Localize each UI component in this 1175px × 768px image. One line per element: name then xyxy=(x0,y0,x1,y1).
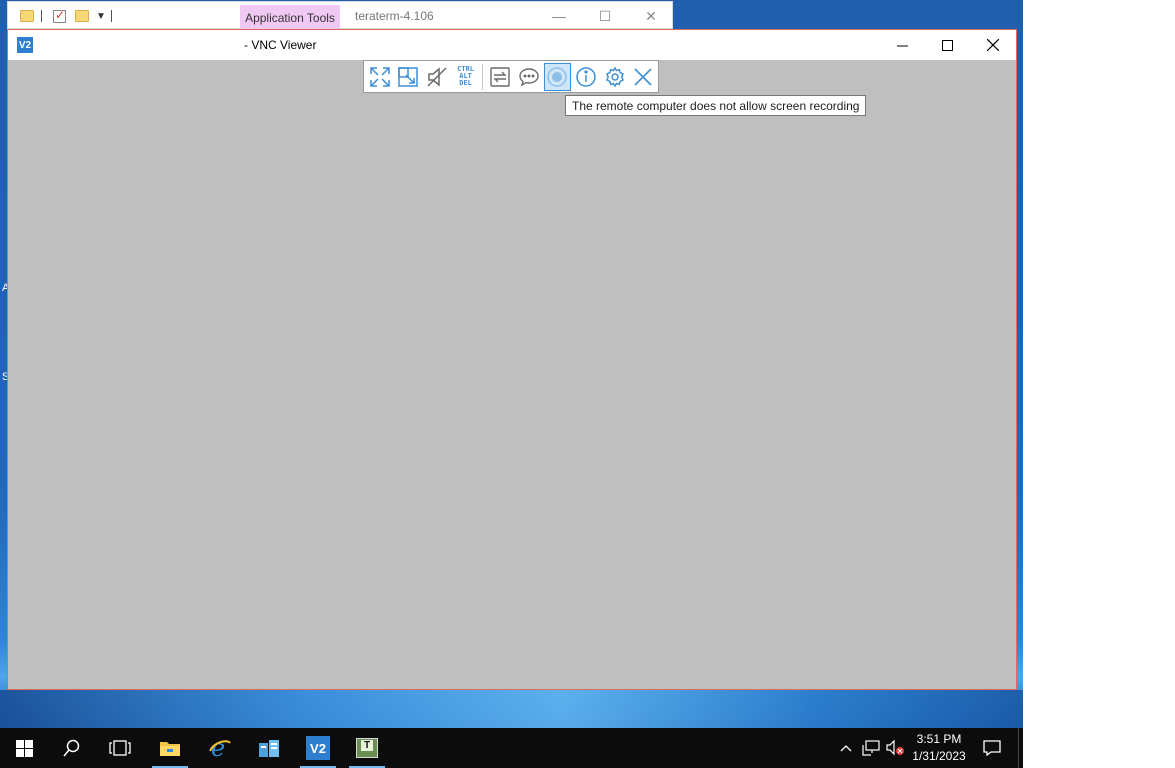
vnc-toolbar: CTRL ALT DEL xyxy=(363,60,659,93)
chat-button[interactable] xyxy=(515,63,543,91)
minimize-icon[interactable]: — xyxy=(536,2,582,30)
fullscreen-button[interactable] xyxy=(366,63,394,91)
close-icon xyxy=(987,39,999,51)
settings-button[interactable] xyxy=(601,63,629,91)
info-button[interactable] xyxy=(572,63,600,91)
taskbar: e V2 T 3:51 PM 1/31/2023 xyxy=(0,728,1023,768)
taskbar-vnc-viewer[interactable]: V2 xyxy=(298,728,338,768)
del-label: DEL xyxy=(459,79,472,87)
maximize-button[interactable] xyxy=(924,30,970,60)
internet-explorer-icon: e xyxy=(209,737,231,759)
explorer-title-bar: ▼ Application Tools teraterm-4.106 — ☐ ✕ xyxy=(7,1,674,30)
minimize-icon xyxy=(896,45,908,46)
search-button[interactable] xyxy=(48,728,96,768)
teraterm-icon-letter: T xyxy=(360,740,374,751)
chat-icon xyxy=(519,67,539,86)
file-explorer-icon xyxy=(160,742,180,756)
application-tools-tab[interactable]: Application Tools xyxy=(240,5,340,30)
minimize-button[interactable] xyxy=(879,30,925,60)
clock-date: 1/31/2023 xyxy=(912,749,966,763)
vnc-title-bar[interactable]: V2 - VNC Viewer xyxy=(8,30,1016,60)
server-manager-icon xyxy=(259,740,279,757)
screen-blank-area xyxy=(1023,0,1175,768)
customize-quick-access-icon[interactable]: ▼ xyxy=(96,2,106,30)
ctrl-alt-del-icon: CTRL ALT DEL xyxy=(457,66,474,87)
show-hidden-icons-button[interactable] xyxy=(836,728,856,768)
scale-icon xyxy=(398,66,419,87)
clock[interactable]: 3:51 PM 1/31/2023 xyxy=(908,731,970,765)
task-view-icon xyxy=(109,740,131,756)
clock-time: 3:51 PM xyxy=(916,732,962,746)
windows-logo-icon xyxy=(15,739,33,757)
teraterm-icon: T xyxy=(356,738,378,758)
network-button[interactable] xyxy=(860,728,882,768)
action-center-button[interactable] xyxy=(976,728,1008,768)
window-title: - VNC Viewer xyxy=(244,38,317,52)
disconnect-button[interactable] xyxy=(629,63,657,91)
close-icon[interactable]: ✕ xyxy=(628,2,674,30)
task-view-button[interactable] xyxy=(96,728,144,768)
maximize-icon[interactable]: ☐ xyxy=(582,2,628,30)
remote-desktop-canvas[interactable]: CTRL ALT DEL The remote computer does no… xyxy=(8,60,1016,689)
explorer-window-title: teraterm-4.106 xyxy=(355,9,434,23)
search-icon xyxy=(63,739,80,757)
toolbar-separator xyxy=(482,63,484,90)
file-transfer-button[interactable] xyxy=(486,63,514,91)
volume-muted-icon xyxy=(886,740,904,756)
file-transfer-icon xyxy=(490,66,510,87)
fullscreen-icon xyxy=(370,66,390,87)
new-folder-icon[interactable] xyxy=(75,2,89,30)
record-button[interactable] xyxy=(543,62,572,91)
network-icon xyxy=(862,740,880,756)
notification-icon xyxy=(983,740,1001,756)
scale-button[interactable] xyxy=(395,63,423,91)
close-button[interactable] xyxy=(970,30,1016,60)
taskbar-file-explorer[interactable] xyxy=(150,728,190,768)
ctrl-alt-del-button[interactable]: CTRL ALT DEL xyxy=(452,63,480,91)
properties-icon[interactable] xyxy=(53,2,66,30)
show-desktop-button[interactable] xyxy=(1018,728,1023,768)
quick-access-separator xyxy=(41,2,42,30)
taskbar-server-manager[interactable] xyxy=(249,728,289,768)
wallpaper-stripe xyxy=(0,690,1023,728)
folder-icon[interactable] xyxy=(20,2,34,30)
quick-access-separator xyxy=(111,2,112,30)
taskbar-internet-explorer[interactable]: e xyxy=(200,728,240,768)
taskbar-teraterm[interactable]: T xyxy=(347,728,387,768)
info-icon xyxy=(576,66,596,87)
start-button[interactable] xyxy=(0,728,48,768)
maximize-icon xyxy=(941,39,953,51)
settings-icon xyxy=(605,66,624,87)
vnc-viewer-window: V2 - VNC Viewer CTRL ALT DEL The remote … xyxy=(7,29,1017,690)
recording-tooltip: The remote computer does not allow scree… xyxy=(565,95,867,116)
svg-text:e: e xyxy=(211,737,225,759)
vnc-logo-icon[interactable]: V2 xyxy=(17,37,33,53)
volume-button[interactable] xyxy=(884,728,906,768)
vnc-viewer-icon: V2 xyxy=(306,736,330,760)
mute-button[interactable] xyxy=(423,63,451,91)
record-icon xyxy=(547,66,568,87)
close-icon xyxy=(634,67,652,86)
chevron-up-icon xyxy=(840,745,852,752)
mute-icon xyxy=(427,66,447,87)
